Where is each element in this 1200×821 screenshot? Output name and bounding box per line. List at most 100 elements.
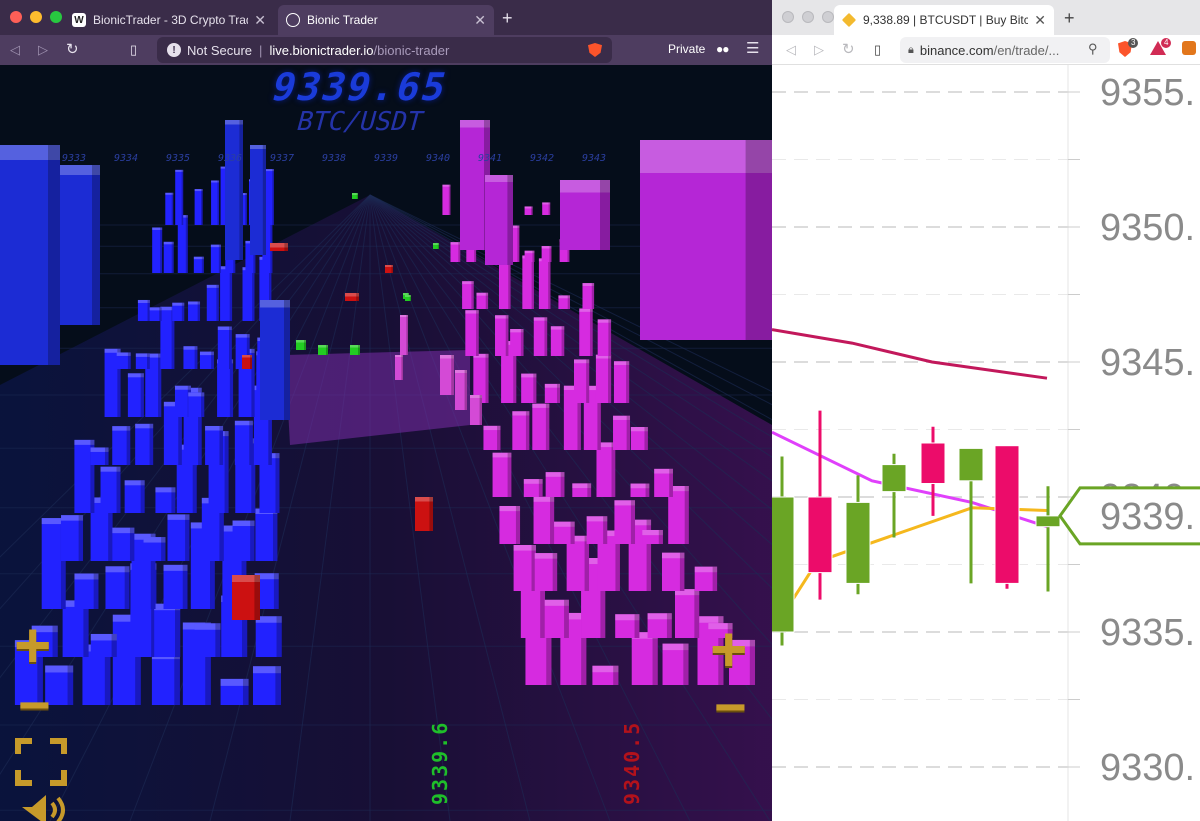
address-bar[interactable]: 🔒︎ binance.com /en/trade/...	[900, 37, 1110, 63]
ask-order-bar	[614, 500, 636, 544]
bid-order-bar	[112, 527, 135, 561]
bid-order-bar	[127, 373, 144, 417]
bar-side	[254, 575, 260, 620]
brave-shield-icon[interactable]	[588, 43, 602, 57]
buy-trade-block	[352, 193, 358, 199]
bar-side	[603, 516, 608, 544]
bar-side	[275, 666, 281, 705]
bar-side	[515, 505, 521, 544]
binance-window: 9,338.89 | BTCUSDT | Buy Bitcoin ✕ + ◁ ▷…	[772, 0, 1200, 821]
url-host: live.bionictrader.io	[269, 42, 374, 58]
tab-close-icon[interactable]: ✕	[474, 12, 486, 29]
bar-side	[544, 317, 548, 356]
ask-order-bar	[661, 552, 685, 591]
bid-order-bar	[155, 487, 176, 513]
tab-binance[interactable]: 9,338.89 | BTCUSDT | Buy Bitcoin ✕	[834, 5, 1054, 35]
price-axis-label: 9355.	[1100, 72, 1195, 114]
ask-order-bar	[615, 614, 640, 638]
zoom-out-right-button[interactable]: −	[714, 679, 747, 735]
tab-bionic-trader[interactable]: Bionic Trader ✕	[278, 5, 494, 35]
bid-order-bar	[90, 633, 117, 657]
bid-order-bar	[217, 326, 232, 369]
bar-side	[217, 180, 220, 225]
forward-icon[interactable]: ▷	[814, 42, 824, 58]
bar-side	[530, 206, 533, 215]
zoom-out-left-button[interactable]: −	[18, 677, 51, 733]
bid-order-bar	[137, 299, 150, 321]
bar-side	[201, 392, 205, 417]
minimize-window-button[interactable]	[802, 11, 814, 23]
maximize-window-button[interactable]	[822, 11, 834, 23]
bar-side	[409, 295, 411, 301]
orderbook-canvas[interactable]	[0, 65, 772, 821]
tab-bionictrader-home[interactable]: W BionicTrader - 3D Crypto Trading ✕	[64, 5, 274, 35]
bar-side	[182, 564, 188, 609]
bid-order-bar	[205, 425, 224, 465]
back-icon[interactable]: ◁	[786, 42, 796, 58]
ask-order-bar	[476, 292, 489, 309]
bar-side	[485, 292, 489, 309]
fullscreen-icon[interactable]	[15, 738, 67, 786]
zoom-in-left-button[interactable]: +	[14, 613, 51, 677]
bookmark-icon[interactable]: ▯	[874, 42, 881, 58]
current-price-label: 9339.	[1100, 496, 1195, 538]
bar-side	[358, 345, 360, 355]
reload-icon[interactable]: ↻	[66, 40, 79, 58]
bar-side	[48, 145, 60, 365]
hamburger-menu-icon[interactable]: ☰	[746, 39, 759, 57]
bar-side	[608, 354, 612, 403]
bar-side	[626, 361, 630, 403]
address-bar[interactable]: ! Not Secure | live.bionictrader.io /bio…	[157, 37, 612, 63]
orderbook-3d-scene[interactable]: 9339.65 BTC/USDT 9333 9334 9335 9336 9337 933…	[0, 65, 772, 821]
bookmark-icon[interactable]: ▯	[130, 42, 137, 58]
bar-side	[683, 643, 689, 685]
bid-order-bar	[90, 447, 109, 465]
tab-close-icon[interactable]: ✕	[254, 12, 266, 29]
new-tab-button[interactable]: +	[1064, 8, 1075, 29]
back-icon[interactable]: ◁	[10, 42, 20, 58]
ask-order-bar	[630, 427, 648, 450]
bar-side	[626, 415, 631, 450]
private-glasses-icon: ●●	[716, 42, 729, 56]
bar-side	[140, 373, 144, 417]
price-chart[interactable]: 9355.9350.9345.9340.9335.9330.9339.	[772, 65, 1200, 821]
bar-side	[586, 359, 590, 403]
zoom-in-right-button[interactable]: +	[710, 617, 747, 681]
chart-background	[772, 65, 1200, 821]
url-path: /en/trade/...	[993, 42, 1060, 58]
metamask-extension-icon[interactable]	[1182, 41, 1196, 55]
minimize-window-button[interactable]	[30, 11, 42, 23]
buy-trade-block	[318, 345, 328, 355]
reload-icon[interactable]: ↻	[842, 40, 855, 58]
bid-order-bar	[211, 180, 220, 225]
window-controls	[782, 11, 834, 23]
ask-order-bar	[586, 516, 608, 544]
close-window-button[interactable]	[782, 11, 794, 23]
maximize-window-button[interactable]	[50, 11, 62, 23]
bar-side	[645, 483, 650, 497]
zoom-icon[interactable]: ⚲	[1088, 41, 1098, 57]
bar-side	[129, 527, 135, 561]
tab-close-icon[interactable]: ✕	[1034, 12, 1046, 29]
bid-order-bar	[167, 514, 190, 561]
new-tab-button[interactable]: +	[502, 8, 513, 29]
security-label: Not Secure	[187, 42, 253, 58]
bar-side	[556, 383, 561, 403]
sound-icon[interactable]	[18, 795, 78, 821]
url-separator: |	[259, 42, 263, 58]
info-icon[interactable]: !	[167, 43, 181, 57]
ask-order-bar	[524, 250, 535, 262]
bar-side	[644, 427, 648, 450]
bar-side	[194, 346, 198, 369]
bar-side	[517, 225, 520, 262]
bar-side	[356, 293, 359, 301]
bar-side	[239, 120, 243, 260]
bid-order-bar	[255, 616, 282, 657]
close-window-button[interactable]	[10, 11, 22, 23]
price-scale-label: 9335	[166, 153, 191, 164]
bar-side	[634, 614, 640, 638]
forward-icon[interactable]: ▷	[38, 42, 48, 58]
bid-order-bar	[163, 564, 188, 609]
bar-side	[272, 169, 274, 225]
bar-side	[429, 497, 433, 531]
